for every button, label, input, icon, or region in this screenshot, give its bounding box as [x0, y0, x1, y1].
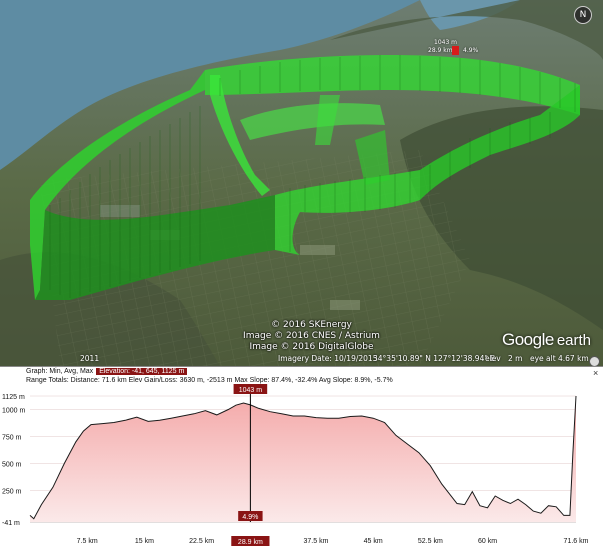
- attribution-line: © 2016 SKEnergy: [271, 320, 352, 330]
- cursor-elevation-tag: 1043 m: [239, 387, 263, 394]
- historical-year[interactable]: 2011: [80, 354, 99, 363]
- profile-totals-row: Range Totals: Distance: 71.6 km Elev Gai…: [26, 377, 393, 384]
- track-marker-slope: 4.9%: [463, 47, 479, 54]
- y-tick-label: 750 m: [2, 435, 22, 442]
- x-tick-label: 22.5 km: [189, 538, 214, 545]
- cursor-distance-tag: 28.9 km: [238, 539, 263, 546]
- x-tick-label: 15 km: [135, 538, 154, 545]
- x-tick-label: 7.5 km: [77, 538, 98, 545]
- graph-stats-label: Graph: Min, Avg, Max: [26, 368, 94, 375]
- track-marker-distance: 28.9 km: [428, 47, 453, 54]
- elevation-stats-badge[interactable]: Elevation: -41, 645, 1125 m: [96, 368, 188, 375]
- map-viewport[interactable]: 1043 m 28.9 km 4.9% N © 2016 SKEnergy Im…: [0, 0, 603, 366]
- x-tick-label: 45 km: [364, 538, 383, 545]
- range-totals-value: Distance: 71.6 km Elev Gain/Loss: 3630 m…: [70, 377, 393, 384]
- eye-altitude-label: eye alt: [530, 354, 556, 363]
- profile-summary-row: Graph: Min, Avg, Max Elevation: -41, 645,…: [26, 368, 188, 375]
- elevation-label: elev: [485, 354, 501, 363]
- logo-earth-text: earth: [556, 332, 592, 349]
- eye-altitude-value: 4.67 km: [558, 354, 589, 363]
- zoom-slider-handle[interactable]: [589, 356, 600, 366]
- imagery-date: Imagery Date: 10/19/2015: [278, 354, 378, 363]
- cursor-slope-tag: 4.9%: [242, 514, 258, 521]
- y-tick-label: 1125 m: [2, 394, 25, 401]
- status-bar: 2011 Imagery Date: 10/19/2015 34°35'10.8…: [0, 352, 603, 366]
- x-tick-label: 52.5 km: [418, 538, 443, 545]
- x-tick-label: 71.6 km: [564, 538, 589, 545]
- google-earth-logo: Google earth: [502, 330, 591, 350]
- x-tick-label: 37.5 km: [304, 538, 329, 545]
- elevation-profile-panel: Graph: Min, Avg, Max Elevation: -41, 645,…: [0, 366, 603, 547]
- x-axis: 7.5 km 15 km 22.5 km 37.5 km 45 km 52.5 km 60 …: [30, 521, 589, 545]
- elevation-value: 2 m: [508, 354, 523, 363]
- close-profile-button[interactable]: ×: [593, 368, 598, 378]
- profile-header: Graph: Min, Avg, Max Elevation: -41, 645,…: [0, 366, 603, 385]
- compass-icon[interactable]: N: [574, 6, 592, 24]
- y-tick-label: 500 m: [2, 462, 22, 469]
- y-tick-label: -41 m: [2, 520, 20, 527]
- logo-google-text: Google: [502, 330, 554, 349]
- elevation-chart[interactable]: 1125 m 1000 m 750 m 500 m 250 m -41 m 7.5 km 1…: [0, 384, 603, 547]
- y-tick-label: 1000 m: [2, 408, 26, 415]
- track-marker-elevation: 1043 m: [434, 39, 458, 46]
- elevation-area: [30, 396, 576, 522]
- track-position-marker-icon[interactable]: [452, 46, 459, 55]
- y-tick-label: 250 m: [2, 489, 22, 496]
- terrain-imagery: [0, 0, 603, 366]
- range-totals-label: Range Totals:: [26, 377, 69, 384]
- x-tick-label: 60 km: [478, 538, 497, 545]
- cursor-coordinates: 34°35'10.89" N 127°12'38.94" E: [373, 354, 495, 363]
